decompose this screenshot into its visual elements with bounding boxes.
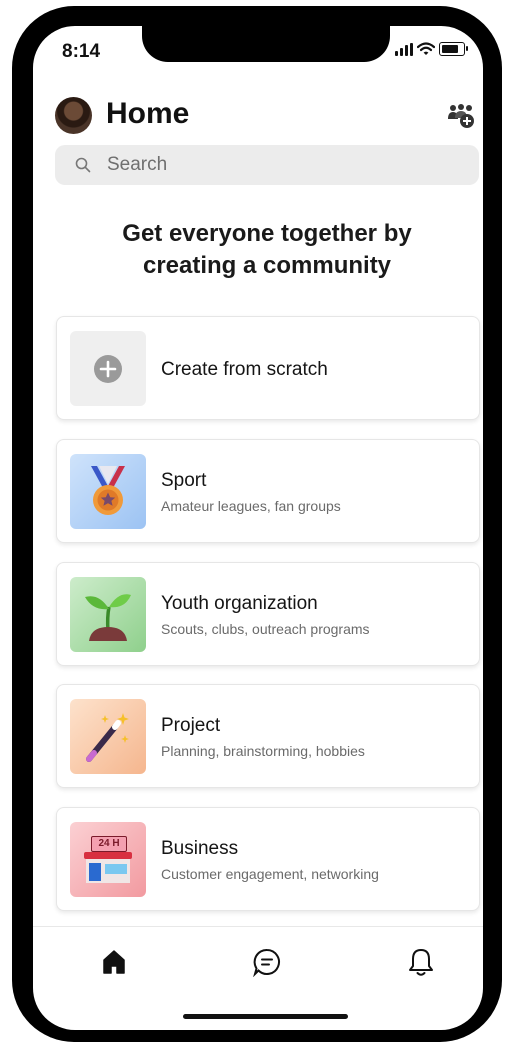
card-subtitle: Amateur leagues, fan groups — [161, 498, 341, 514]
card-subtitle: Planning, brainstorming, hobbies — [161, 743, 365, 759]
create-thumb — [70, 331, 146, 406]
business-thumb: 24 H — [70, 822, 146, 897]
sport-card[interactable]: Sport Amateur leagues, fan groups — [56, 439, 480, 543]
home-icon — [103, 950, 125, 974]
store-24h-icon: 24 H — [82, 835, 134, 884]
notch — [142, 22, 390, 62]
tab-notifications[interactable] — [403, 944, 439, 980]
wifi-icon — [417, 42, 435, 55]
page-title: Home — [106, 97, 190, 130]
home-indicator — [183, 1014, 348, 1019]
card-title: Sport — [161, 470, 207, 491]
project-thumb — [70, 699, 146, 774]
tab-home[interactable] — [96, 944, 132, 980]
headline: Get everyone together by creating a comm… — [55, 218, 479, 282]
card-title: Create from scratch — [161, 359, 328, 380]
create-from-scratch-card[interactable]: Create from scratch — [56, 316, 480, 420]
headline-line-1: Get everyone together by — [122, 220, 412, 247]
youth-organization-card[interactable]: Youth organization Scouts, clubs, outrea… — [56, 562, 480, 666]
card-subtitle: Customer engagement, networking — [161, 866, 379, 882]
card-title: Project — [161, 715, 221, 736]
project-card[interactable]: Project Planning, brainstorming, hobbies — [56, 684, 480, 788]
tab-chats[interactable] — [249, 944, 285, 980]
tab-bar-divider — [33, 926, 483, 927]
card-title: Business — [161, 838, 239, 859]
chat-icon — [253, 948, 280, 977]
business-card[interactable]: 24 H Business Customer engagement, netwo… — [56, 807, 480, 911]
battery-icon — [439, 42, 468, 56]
headline-line-2: creating a community — [142, 252, 392, 279]
plus-circle-icon — [94, 354, 122, 383]
magic-wand-icon — [86, 712, 129, 762]
signal-icon — [395, 42, 413, 56]
sprout-icon — [85, 593, 131, 641]
card-subtitle: Scouts, clubs, outreach programs — [161, 621, 370, 637]
status-icons — [395, 42, 468, 56]
medal-icon — [91, 465, 125, 515]
search-bar[interactable] — [55, 145, 479, 185]
youth-thumb — [70, 577, 146, 652]
search-icon — [75, 157, 91, 173]
sport-thumb — [70, 454, 146, 529]
communities-icon[interactable] — [446, 103, 476, 129]
search-input[interactable] — [105, 153, 449, 177]
status-time: 8:14 — [62, 41, 101, 62]
avatar[interactable] — [55, 97, 92, 134]
bell-icon — [409, 949, 433, 976]
store-sign: 24 H — [91, 835, 127, 852]
card-title: Youth organization — [161, 593, 318, 614]
